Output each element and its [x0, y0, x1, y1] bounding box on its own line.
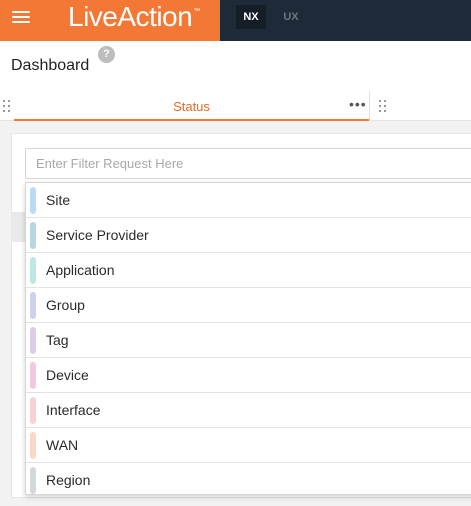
tab-status-label: Status [173, 99, 210, 114]
dropdown-item-label: Service Provider [46, 227, 149, 243]
color-swatch [30, 432, 36, 459]
tab-divider [369, 91, 370, 121]
more-options-icon[interactable]: ••• [349, 96, 367, 112]
color-swatch [30, 222, 36, 249]
dropdown-item-label: Interface [46, 402, 101, 418]
dropdown-item-label: WAN [46, 437, 79, 453]
color-swatch [30, 467, 36, 494]
color-swatch [30, 292, 36, 319]
dropdown-item-interface[interactable]: Interface [26, 393, 471, 428]
color-swatch [30, 257, 36, 284]
brand-area: LiveAction™ [0, 0, 220, 41]
color-swatch [30, 362, 36, 389]
help-icon[interactable]: ? [98, 46, 115, 63]
dropdown-item-service-provider[interactable]: Service Provider [26, 218, 471, 253]
drag-handle-icon[interactable] [3, 100, 11, 112]
dropdown-item-region[interactable]: Region [26, 463, 471, 498]
page-title: Dashboard [11, 57, 90, 74]
logo-text: LiveAction [68, 1, 193, 32]
dropdown-item-label: Application [46, 262, 115, 278]
tab-nx[interactable]: NX [236, 5, 266, 29]
app-logo[interactable]: LiveAction™ [68, 1, 200, 33]
filter-input[interactable] [25, 148, 471, 179]
tab-status[interactable]: Status [14, 91, 369, 121]
hamburger-menu-icon[interactable] [9, 6, 35, 30]
color-swatch [30, 327, 36, 354]
page-header: Dashboard ? [0, 41, 471, 91]
tab-ux[interactable]: UX [276, 5, 306, 29]
dropdown-item-label: Region [46, 472, 91, 488]
dashboard-tab-strip: Status ••• [0, 91, 471, 121]
dropdown-item-site[interactable]: Site [26, 183, 471, 218]
dropdown-item-label: Site [46, 192, 71, 208]
top-bar: LiveAction™ NX UX [0, 0, 471, 41]
dropdown-item-device[interactable]: Device [26, 358, 471, 393]
dropdown-item-label: Group [46, 297, 85, 313]
dropdown-item-tag[interactable]: Tag [26, 323, 471, 358]
trademark-mark: ™ [193, 8, 200, 15]
panel-header-strip [11, 212, 25, 242]
dropdown-item-label: Tag [46, 332, 69, 348]
color-swatch [30, 187, 36, 214]
filter-dropdown: Site Service Provider Application Group … [25, 182, 471, 495]
dropdown-item-application[interactable]: Application [26, 253, 471, 288]
dropdown-item-wan[interactable]: WAN [26, 428, 471, 463]
dropdown-item-label: Device [46, 367, 89, 383]
drag-handle-icon[interactable] [379, 100, 387, 112]
color-swatch [30, 397, 36, 424]
dropdown-item-group[interactable]: Group [26, 288, 471, 323]
